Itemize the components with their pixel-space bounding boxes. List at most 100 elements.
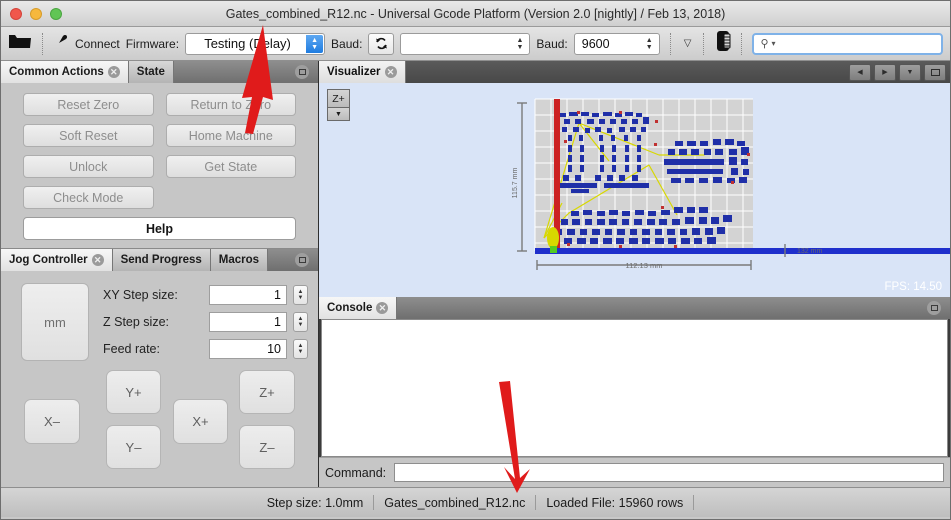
xy-step-size-input[interactable]: 1 xyxy=(209,285,287,305)
fps-readout: FPS: 14.50 xyxy=(884,281,942,293)
chevron-updown-icon[interactable]: ▲ ▼ xyxy=(511,35,528,53)
unlock-button[interactable]: Unlock xyxy=(23,155,154,178)
plug-icon[interactable] xyxy=(53,33,69,54)
help-button[interactable]: Help xyxy=(23,217,296,240)
tab-state[interactable]: State xyxy=(128,61,174,83)
close-icon[interactable]: ✕ xyxy=(107,66,120,78)
minimize-window-button[interactable] xyxy=(30,7,42,20)
jog-y-minus-button[interactable]: Y– xyxy=(106,425,161,469)
status-step-size: Step size: 1.0mm xyxy=(266,495,364,510)
tab-send-progress-label: Send Progress xyxy=(120,254,202,266)
z-step-size-label: Z Step size: xyxy=(103,315,169,329)
status-divider xyxy=(693,495,695,510)
refresh-ports-button[interactable] xyxy=(368,32,395,55)
port-label: Baud: xyxy=(331,36,363,51)
jog-z-plus-button[interactable]: Z+ xyxy=(239,370,295,414)
check-mode-button[interactable]: Check Mode xyxy=(23,186,154,209)
tabbar-spacer xyxy=(174,61,295,83)
chevron-down-icon[interactable]: ▾ xyxy=(772,39,776,48)
return-to-zero-button[interactable]: Return to Zero xyxy=(165,93,296,116)
jog-tab-buttons xyxy=(295,249,318,271)
tab-send-progress[interactable]: Send Progress xyxy=(112,249,211,271)
port-dropdown[interactable]: ▲ ▼ xyxy=(400,32,531,55)
toolpath-drawing: 115.7 mm 112.13 mm 132 mm xyxy=(512,98,950,270)
tab-macros[interactable]: Macros xyxy=(210,249,269,271)
z-step-size-input[interactable]: 1 xyxy=(209,312,287,332)
jog-tabbar: Jog Controller ✕ Send Progress Macros xyxy=(1,249,318,271)
visualizer-canvas[interactable]: Z+ ▼ 115.7 mm 112.13 mm 132 mm FPS: 14.5… xyxy=(319,83,950,297)
toolbar-separator xyxy=(669,32,671,55)
maximize-panel-icon[interactable] xyxy=(924,63,946,81)
chevron-down-icon[interactable]: ▼ xyxy=(899,63,921,81)
search-input[interactable]: ⚲ ▾ xyxy=(752,32,943,55)
jog-x-minus-button[interactable]: X– xyxy=(24,399,80,444)
jog-y-plus-button[interactable]: Y+ xyxy=(106,370,161,414)
z-step-size-row: Z Step size: 1 ▲ ▼ xyxy=(103,312,308,332)
command-input[interactable] xyxy=(394,463,944,482)
tab-jog-controller[interactable]: Jog Controller ✕ xyxy=(1,249,113,271)
command-label: Command: xyxy=(325,465,387,480)
arrow-right-icon[interactable]: ▶ xyxy=(874,63,896,81)
common-actions-button-grid: Reset Zero Return to Zero Soft Reset Hom… xyxy=(23,93,296,209)
common-actions-panel: Reset Zero Return to Zero Soft Reset Hom… xyxy=(1,83,318,249)
tab-console[interactable]: Console ✕ xyxy=(319,297,398,319)
title-bar: Gates_combined_R12.nc - Universal Gcode … xyxy=(1,1,950,27)
feed-rate-input[interactable]: 10 xyxy=(209,339,287,359)
window-title: Gates_combined_R12.nc - Universal Gcode … xyxy=(225,6,726,21)
baud-dropdown[interactable]: 9600 ▲ ▼ xyxy=(573,32,660,55)
firmware-value: Testing (Delay) xyxy=(204,36,291,51)
maximize-panel-icon[interactable] xyxy=(295,253,309,267)
toolbar-separator xyxy=(703,32,705,55)
application-window: Gates_combined_R12.nc - Universal Gcode … xyxy=(0,0,951,520)
baud-label: Baud: xyxy=(536,36,568,51)
feed-rate-label: Feed rate: xyxy=(103,342,160,356)
common-actions-tab-buttons xyxy=(295,61,318,83)
tab-common-actions[interactable]: Common Actions ✕ xyxy=(1,61,129,83)
tab-common-actions-label: Common Actions xyxy=(9,66,104,78)
home-machine-button[interactable]: Home Machine xyxy=(165,124,296,147)
main-toolbar: Connect Firmware: Testing (Delay) ▲ ▼ Bau… xyxy=(1,27,950,61)
reset-zero-button[interactable]: Reset Zero xyxy=(23,93,154,116)
tab-state-label: State xyxy=(136,66,165,78)
feed-rate-row: Feed rate: 10 ▲ ▼ xyxy=(103,339,308,359)
visualizer-tab-buttons: ◀ ▶ ▼ xyxy=(849,61,950,83)
feed-rate-stepper[interactable]: ▲ ▼ xyxy=(293,339,308,359)
maximize-window-button[interactable] xyxy=(50,7,62,20)
get-state-button[interactable]: Get State xyxy=(165,155,296,178)
xy-step-size-stepper[interactable]: ▲ ▼ xyxy=(293,285,308,305)
width-dimension-label: 112.13 mm xyxy=(626,261,663,270)
folder-open-icon[interactable] xyxy=(8,32,32,55)
maximize-panel-icon[interactable] xyxy=(295,65,309,79)
chevron-double-down-icon[interactable]: ▽ xyxy=(681,38,694,49)
units-toggle-button[interactable]: mm xyxy=(21,283,89,361)
close-icon[interactable]: ✕ xyxy=(91,254,104,266)
close-icon[interactable]: ✕ xyxy=(384,66,397,78)
right-column: Visualizer ✕ ◀ ▶ ▼ Z+ ▼ 115.7 mm 112.13 … xyxy=(318,61,950,487)
arrow-left-icon[interactable]: ◀ xyxy=(849,63,871,81)
window-controls xyxy=(1,7,62,20)
jog-z-minus-button[interactable]: Z– xyxy=(239,425,295,469)
maximize-panel-icon[interactable] xyxy=(927,301,941,315)
tabbar-spacer xyxy=(268,249,295,271)
close-window-button[interactable] xyxy=(10,7,22,20)
z-step-size-stepper[interactable]: ▲ ▼ xyxy=(293,312,308,332)
jog-x-plus-button[interactable]: X+ xyxy=(173,399,228,444)
tab-visualizer[interactable]: Visualizer ✕ xyxy=(319,61,406,83)
axis-end-label: 132 mm xyxy=(797,248,822,255)
chevron-updown-icon[interactable]: ▲ ▼ xyxy=(641,35,658,53)
main-content-area: Common Actions ✕ State Reset Zero Return… xyxy=(1,61,950,487)
toolbar-separator xyxy=(741,32,743,55)
jog-directional-pad: X– Y+ Y– X+ Z+ Z– xyxy=(1,367,318,487)
connect-label[interactable]: Connect xyxy=(75,37,120,51)
close-icon[interactable]: ✕ xyxy=(376,302,389,314)
soft-reset-button[interactable]: Soft Reset xyxy=(23,124,154,147)
console-output[interactable] xyxy=(321,319,948,457)
xy-step-size-label: XY Step size: xyxy=(103,288,178,302)
visualizer-tabbar: Visualizer ✕ ◀ ▶ ▼ xyxy=(319,61,950,83)
command-bar: Command: xyxy=(319,457,950,487)
mobile-device-icon[interactable] xyxy=(714,30,731,57)
toolbar-separator xyxy=(42,32,43,55)
tab-macros-label: Macros xyxy=(218,254,260,266)
firmware-dropdown[interactable]: Testing (Delay) ▲ ▼ xyxy=(185,32,326,55)
chevron-updown-icon[interactable]: ▲ ▼ xyxy=(306,34,324,53)
